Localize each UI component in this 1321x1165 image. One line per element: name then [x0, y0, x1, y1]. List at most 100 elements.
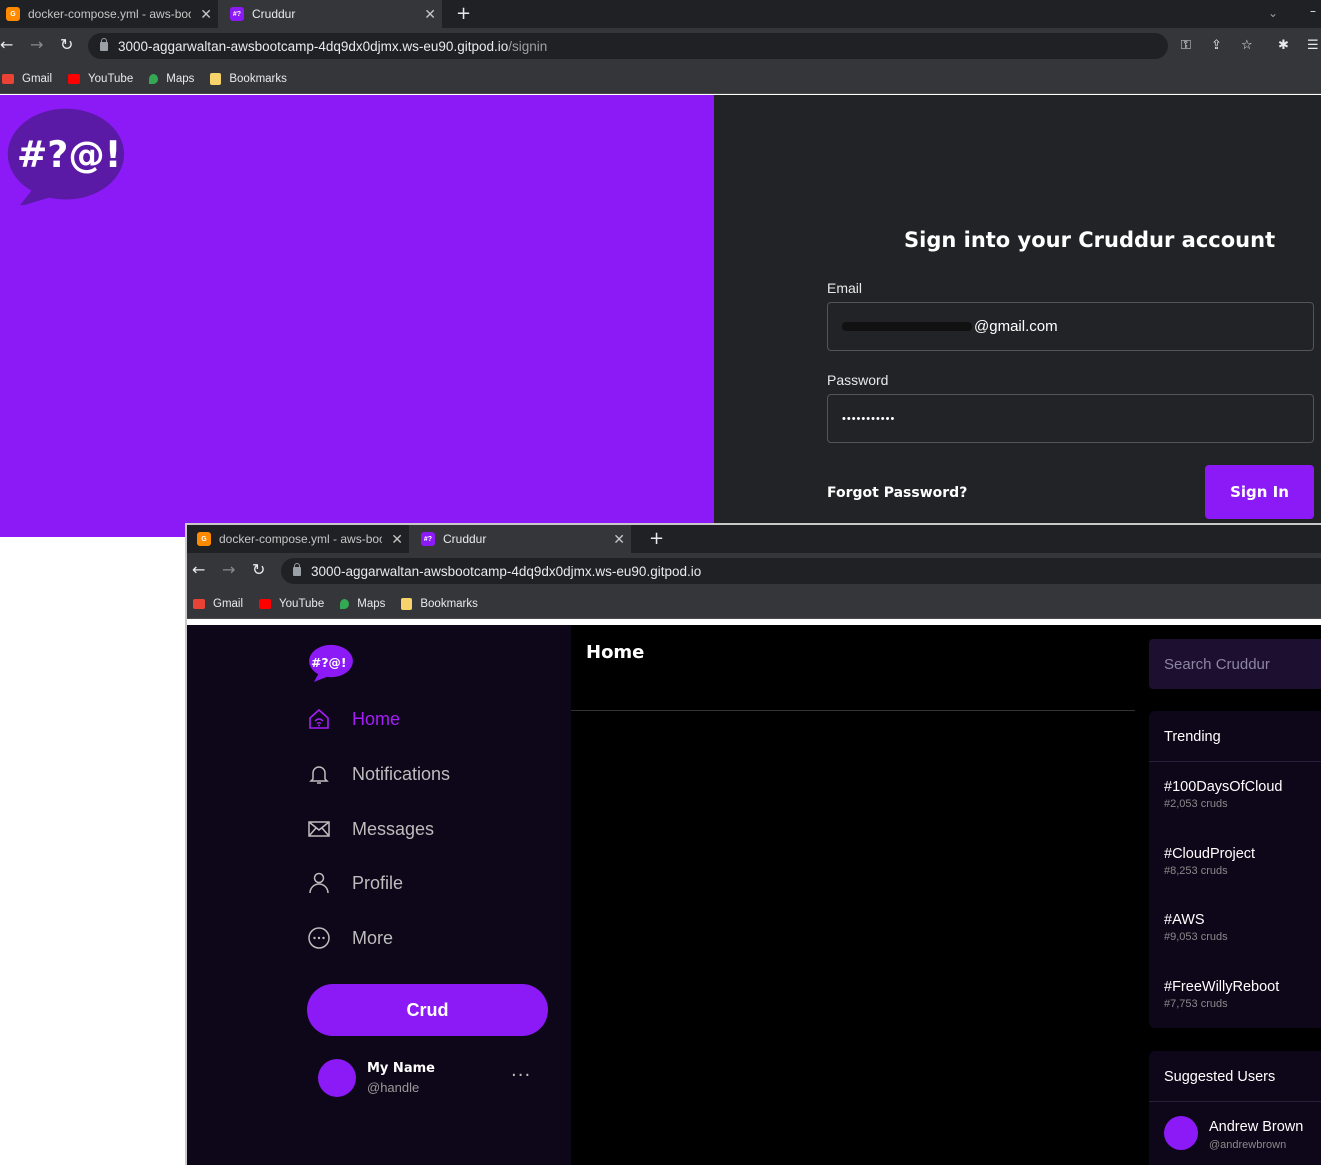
address-bar[interactable]: 3000-aggarwaltan-awsbootcamp-4dq9dx0djmx…	[281, 558, 1321, 584]
bookmark-folder[interactable]: Bookmarks	[210, 72, 287, 85]
avatar[interactable]	[318, 1059, 356, 1097]
sign-in-button[interactable]: Sign In	[1205, 465, 1314, 519]
bookmark-maps[interactable]: Maps	[340, 598, 385, 610]
bookmark-folder-icon	[401, 597, 413, 610]
lock-icon	[293, 562, 301, 576]
nav-more[interactable]: More	[307, 926, 393, 950]
bookmarks-bar: Gmail YouTube Maps Bookmarks	[187, 589, 1321, 619]
user-handle: @handle	[367, 1080, 420, 1095]
gmail-icon	[193, 598, 205, 609]
bookmark-youtube[interactable]: YouTube	[68, 73, 133, 85]
cruddur-icon: #?	[421, 532, 435, 546]
suggested-title: Suggested Users	[1164, 1069, 1276, 1085]
youtube-icon	[259, 598, 272, 609]
password-field[interactable]: •••••••••••	[827, 394, 1314, 443]
extensions-icon[interactable]: ✱	[1278, 38, 1289, 53]
avatar[interactable]	[1164, 1116, 1198, 1150]
password-label: Password	[827, 372, 889, 388]
signin-form-panel: Sign into your Cruddur account Email @gm…	[714, 95, 1321, 537]
close-tab-icon[interactable]: ✕	[613, 531, 625, 548]
main-feed: Home	[571, 625, 1135, 1165]
user-name: My Name	[367, 1061, 435, 1076]
maps-icon	[340, 598, 350, 609]
brand-panel: #?@!	[0, 95, 714, 537]
trending-item[interactable]: #AWS #9,053 cruds	[1164, 912, 1228, 943]
nav-notifications[interactable]: Notifications	[307, 762, 450, 786]
back-icon[interactable]: ←	[0, 37, 13, 53]
bookmark-folder[interactable]: Bookmarks	[401, 597, 478, 610]
tab-bar: G docker-compose.yml - aws-bootc ✕ #? Cr…	[187, 525, 1321, 553]
divider	[1149, 761, 1321, 762]
close-tab-icon[interactable]: ✕	[391, 531, 403, 548]
star-icon[interactable]: ☆	[1241, 38, 1253, 53]
nav-messages[interactable]: Messages	[307, 817, 434, 841]
divider	[571, 710, 1135, 711]
new-tab-icon[interactable]: +	[456, 3, 471, 24]
forward-icon[interactable]: →	[222, 562, 235, 578]
trending-item[interactable]: #100DaysOfCloud #2,053 cruds	[1164, 779, 1283, 810]
redaction	[842, 322, 972, 331]
reading-list-icon[interactable]: ☰	[1307, 38, 1319, 53]
tab-docker-compose[interactable]: G docker-compose.yml - aws-bootc ✕	[0, 0, 218, 28]
cruddur-logo[interactable]: #?@!	[307, 643, 355, 683]
gmail-icon	[2, 73, 14, 84]
close-tab-icon[interactable]: ✕	[424, 6, 436, 23]
cruddur-logo: #?@!	[7, 108, 125, 205]
toolbar: ← → ↻ 3000-aggarwaltan-awsbootcamp-4dq9d…	[0, 28, 1321, 64]
new-tab-icon[interactable]: +	[649, 528, 664, 549]
user-menu-icon[interactable]: ···	[511, 1065, 531, 1086]
bookmarks-bar: Gmail YouTube Maps Bookmarks	[0, 64, 1321, 94]
trending-title: Trending	[1164, 729, 1221, 745]
maps-icon	[149, 73, 159, 84]
bookmark-folder-icon	[210, 72, 222, 85]
bookmark-youtube[interactable]: YouTube	[259, 598, 324, 610]
youtube-icon	[68, 73, 81, 84]
suggested-user-name[interactable]: Andrew Brown	[1209, 1119, 1303, 1135]
crud-button[interactable]: Crud	[307, 984, 548, 1036]
sidebar: #?@! Home Notifications Messages Profile…	[187, 625, 571, 1165]
reload-icon[interactable]: ↻	[252, 562, 265, 578]
key-icon[interactable]: ⚿	[1181, 38, 1191, 53]
svg-text:#?@!: #?@!	[311, 656, 347, 670]
signin-title: Sign into your Cruddur account	[904, 228, 1276, 252]
tab-bar: G docker-compose.yml - aws-bootc ✕ #? Cr…	[0, 0, 1321, 28]
bookmark-maps[interactable]: Maps	[149, 73, 194, 85]
person-icon	[309, 872, 329, 894]
tab-cruddur[interactable]: #? Cruddur ✕	[218, 0, 442, 28]
bookmark-gmail[interactable]: Gmail	[2, 73, 52, 85]
trending-item[interactable]: #FreeWillyReboot #7,753 cruds	[1164, 979, 1279, 1010]
reload-icon[interactable]: ↻	[60, 37, 73, 53]
back-icon[interactable]: ←	[192, 562, 205, 578]
tab-cruddur[interactable]: #? Cruddur ✕	[409, 525, 631, 553]
browser-window-home: G docker-compose.yml - aws-bootc ✕ #? Cr…	[185, 523, 1321, 1165]
share-icon[interactable]: ⇪	[1211, 38, 1222, 53]
address-bar[interactable]: 3000-aggarwaltan-awsbootcamp-4dq9dx0djmx…	[88, 33, 1168, 59]
suggested-user-handle: @andrewbrown	[1209, 1139, 1287, 1151]
toolbar: ← → ↻ 3000-aggarwaltan-awsbootcamp-4dq9d…	[187, 553, 1321, 589]
search-input[interactable]: Search Cruddur	[1149, 639, 1321, 689]
page-title: Home	[586, 642, 645, 663]
nav-home[interactable]: Home	[307, 707, 400, 731]
forgot-password-link[interactable]: Forgot Password?	[827, 485, 967, 501]
gitpod-icon: G	[197, 532, 211, 546]
bell-icon	[309, 766, 329, 784]
forward-icon[interactable]: →	[30, 37, 43, 53]
more-circle-icon	[308, 927, 330, 949]
nav-profile[interactable]: Profile	[307, 871, 403, 895]
right-column: Search Cruddur Trending #100DaysOfCloud …	[1135, 625, 1321, 1165]
browser-window-signin: G docker-compose.yml - aws-bootc ✕ #? Cr…	[0, 0, 1321, 537]
bookmark-gmail[interactable]: Gmail	[193, 598, 243, 610]
tab-docker-compose[interactable]: G docker-compose.yml - aws-bootc ✕	[187, 525, 409, 553]
home-icon	[309, 708, 329, 729]
trending-item[interactable]: #CloudProject #8,253 cruds	[1164, 846, 1255, 877]
trending-card: Trending #100DaysOfCloud #2,053 cruds #C…	[1149, 711, 1321, 1028]
close-tab-icon[interactable]: ✕	[200, 6, 212, 23]
svg-text:#?@!: #?@!	[17, 133, 122, 176]
email-label: Email	[827, 280, 863, 296]
minimize-icon[interactable]: –	[1310, 4, 1316, 18]
suggested-users-card: Suggested Users Andrew Brown @andrewbrow…	[1149, 1051, 1321, 1165]
tab-search-icon[interactable]: ⌄	[1268, 6, 1278, 20]
lock-icon	[100, 37, 108, 51]
email-field[interactable]: @gmail.com	[827, 302, 1314, 351]
cruddur-icon: #?	[230, 7, 244, 21]
